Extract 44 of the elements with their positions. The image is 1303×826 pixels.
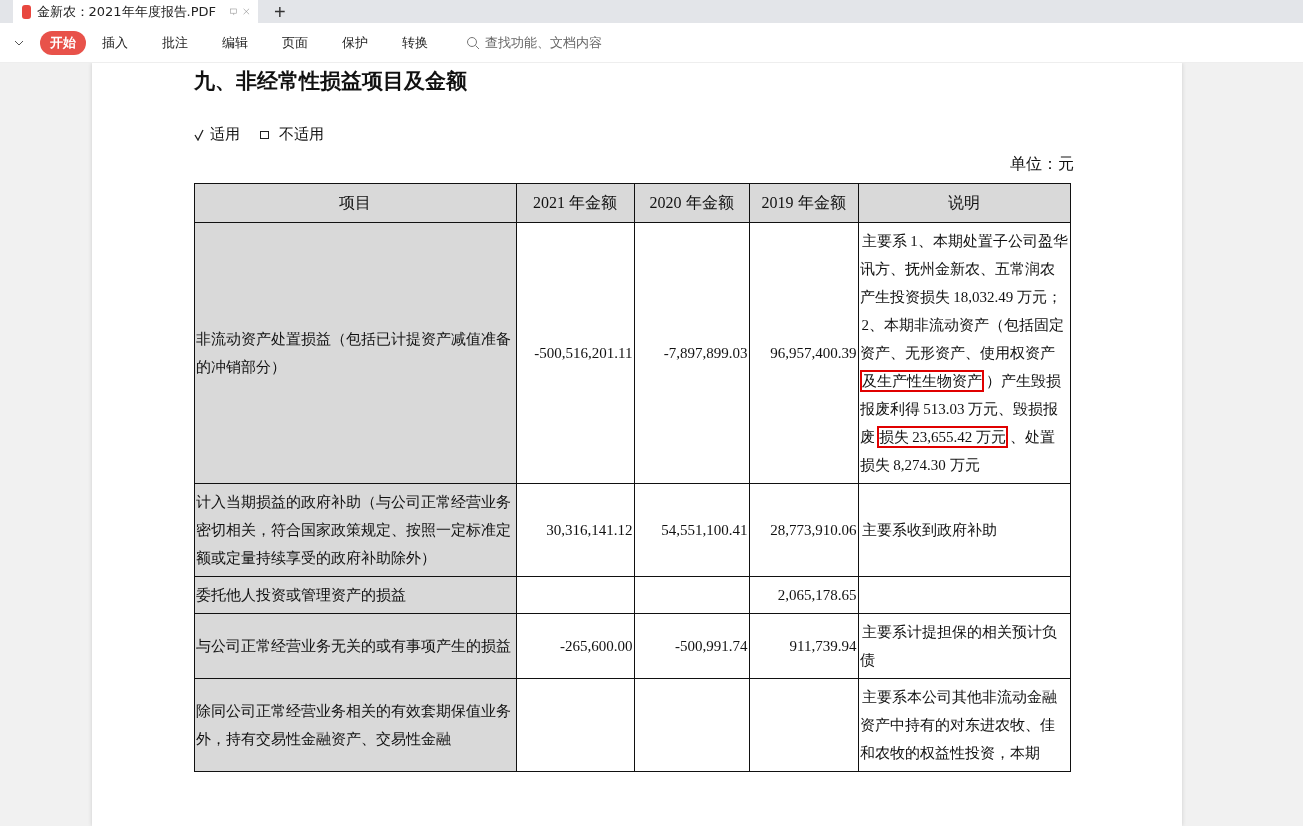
table-cell: -500,991.74 xyxy=(634,613,749,679)
table-cell: 非流动资产处置损益（包括已计提资产减值准备的冲销部分） xyxy=(194,222,516,484)
table-cell: 主要系收到政府补助 xyxy=(858,483,1070,577)
table-cell: 2,065,178.65 xyxy=(749,576,858,614)
ribbon-tab[interactable]: 开始 xyxy=(40,30,86,55)
table-cell: 28,773,910.06 xyxy=(749,483,858,577)
ribbon-tab[interactable]: 保护 xyxy=(332,30,378,55)
search-icon xyxy=(466,35,480,50)
new-tab-button[interactable]: + xyxy=(264,0,296,23)
ribbon-tab[interactable]: 批注 xyxy=(152,30,198,55)
column-header: 说明 xyxy=(858,183,1070,223)
monitor-icon[interactable] xyxy=(230,5,238,18)
ribbon-tab[interactable]: 转换 xyxy=(392,30,438,55)
column-header: 2019 年金额 xyxy=(749,183,858,223)
table-cell: 911,739.94 xyxy=(749,613,858,679)
table-cell: 54,551,100.41 xyxy=(634,483,749,577)
table-cell: -265,600.00 xyxy=(516,613,634,679)
caret-down-icon[interactable] xyxy=(14,38,24,47)
option-label: 适用 xyxy=(209,125,240,144)
ribbon-tab[interactable]: 插入 xyxy=(92,30,138,55)
empty-checkbox-icon xyxy=(259,130,269,139)
unit-label: 单位：元 xyxy=(1009,155,1074,172)
table-cell: 主要系 1、本期处置子公司盈华讯方、抚州金新农、五常润农产生投资损失 18,032.49 万元； 2、本期非流动资产（包括固定资产、无形资产、使用权资产 及生产性生物资产 ）产生毁损报废利得 513.03 万元、毁损报废 损失 23,655.42 万元 、处置损失 8,274.30 万元 xyxy=(858,222,1070,484)
column-header: 项目 xyxy=(194,183,516,223)
option-label: 不适用 xyxy=(278,125,324,144)
table-cell: 与公司正常经营业务无关的或有事项产生的损益 xyxy=(194,613,516,679)
column-header: 2021 年金额 xyxy=(516,183,634,223)
table-cell: 96,957,400.39 xyxy=(749,222,858,484)
section-heading: 九、非经常性损益项目及金额 xyxy=(193,68,468,95)
table-cell: 除同公司正常经营业务相关的有效套期保值业务外，持有交易性金融资产、交易性金融 xyxy=(194,678,516,772)
table-cell: 计入当期损益的政府补助（与公司正常经营业务密切相关，符合国家政策规定、按照一定标准定额或定量持续享受的政府补助除外） xyxy=(194,483,516,577)
checkmark-icon xyxy=(193,128,204,141)
table-cell: 主要系本公司其他非流动金融资产中持有的对东进农牧、佳和农牧的权益性投资，本期 xyxy=(858,678,1070,772)
column-header: 2020 年金额 xyxy=(634,183,749,223)
document-tab[interactable]: 金新农：2021年年度报告.PDF xyxy=(13,0,258,23)
table-cell: 30,316,141.12 xyxy=(516,483,634,577)
close-icon[interactable] xyxy=(243,6,250,17)
table-cell: 主要系计提担保的相关预计负债 xyxy=(858,613,1070,679)
table-cell: -500,516,201.11 xyxy=(516,222,634,484)
ribbon-tab[interactable]: 页面 xyxy=(272,30,318,55)
table-cell: -7,897,899.03 xyxy=(634,222,749,484)
ribbon-tab[interactable]: 编辑 xyxy=(212,30,258,55)
app-logo-icon xyxy=(22,4,31,19)
table-cell: 委托他人投资或管理资产的损益 xyxy=(194,576,516,614)
